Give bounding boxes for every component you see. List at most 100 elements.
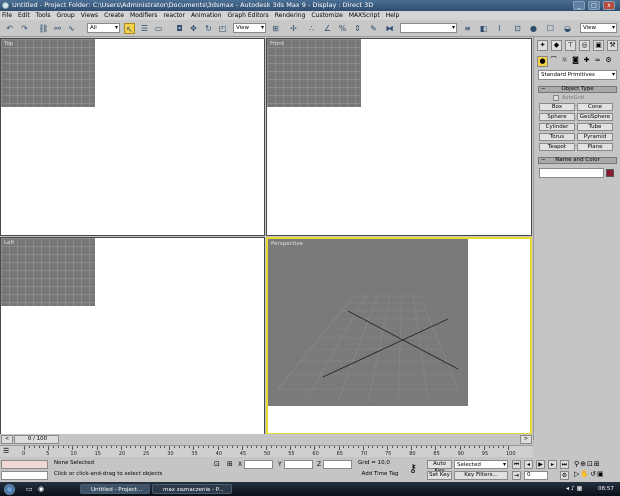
modify-tab-icon[interactable]: ◆ [551, 40, 562, 51]
redo-icon[interactable]: ↷ [19, 23, 30, 34]
autogrid-checkbox[interactable] [553, 95, 559, 101]
maxscript-mini-field[interactable] [1, 471, 48, 480]
key-filters-button[interactable]: Key Filters... [454, 471, 508, 480]
select-rotate-icon[interactable]: ↻ [203, 23, 214, 34]
render-scene-icon[interactable]: ☐ [545, 23, 556, 34]
add-time-tag-button[interactable]: Add Time Tag [356, 471, 404, 480]
menu-reactor[interactable]: reactor [163, 12, 185, 19]
lights-icon[interactable]: ☼ [559, 56, 570, 67]
motion-tab-icon[interactable]: ◎ [579, 40, 590, 51]
viewport-perspective[interactable]: Perspective [266, 237, 532, 435]
key-icon[interactable]: ⚷ [409, 462, 417, 475]
viewport-left[interactable]: Left [0, 237, 265, 435]
object-color-swatch[interactable] [606, 169, 614, 177]
menu-create[interactable]: Create [104, 12, 124, 19]
close-button[interactable]: x [603, 1, 615, 10]
schematic-icon[interactable]: ⊡ [512, 23, 523, 34]
goto-start-icon[interactable]: ⏮ [512, 460, 521, 469]
menu-group[interactable]: Group [56, 12, 74, 19]
viewport-label-top[interactable]: Top [4, 41, 13, 47]
align-icon[interactable]: ≡ [462, 23, 473, 34]
view-dropdown[interactable]: View [580, 23, 617, 33]
select-move-icon[interactable]: ✥ [188, 23, 199, 34]
unlink-icon[interactable]: ⚯ [52, 23, 63, 34]
menu-customize[interactable]: Customize [311, 12, 343, 19]
zoom-extents-icon[interactable]: ⊡ [587, 460, 594, 468]
hierarchy-tab-icon[interactable]: ⊤ [565, 40, 576, 51]
maximize-button[interactable]: □ [588, 1, 600, 10]
category-dropdown[interactable]: Standard Primitives [538, 70, 617, 80]
next-frame-icon[interactable]: ▸ [548, 460, 557, 469]
menu-graph-editors[interactable]: Graph Editors [228, 12, 269, 19]
select-link-icon[interactable]: ⛓ [38, 23, 49, 34]
window-crossing-icon[interactable]: ◘ [174, 23, 185, 34]
key-mode-toggle-icon[interactable]: ⇥ [512, 471, 521, 480]
z-coordinate-field[interactable] [323, 460, 352, 469]
systems-icon[interactable]: ⚙ [603, 56, 614, 67]
select-manipulate-icon[interactable]: ✢ [288, 23, 299, 34]
viewport-label-left[interactable]: Left [4, 240, 14, 246]
reference-coord-dropdown[interactable]: View [233, 23, 266, 33]
named-sel-icon[interactable]: ✎ [368, 23, 379, 34]
auto-key-button[interactable]: Auto Key [427, 460, 452, 474]
torus-button[interactable]: Torus [539, 133, 575, 141]
maxscript-listener-field[interactable] [1, 460, 48, 469]
geosphere-button[interactable]: GeoSphere [577, 113, 613, 121]
menu-maxscript[interactable]: MAXScript [349, 12, 380, 19]
time-slider-thumb[interactable]: 0 / 100 [14, 435, 59, 444]
menu-modifiers[interactable]: Modifiers [130, 12, 157, 19]
rect-region-icon[interactable]: ▭ [153, 23, 164, 34]
task-paint[interactable]: max zaznaczenie - P... [152, 484, 232, 494]
shapes-icon[interactable]: ⌒ [548, 56, 559, 67]
viewport-top[interactable]: Top [0, 38, 265, 236]
utilities-tab-icon[interactable]: ⚒ [607, 40, 618, 51]
object-name-field[interactable] [539, 168, 604, 178]
task-3dsmax[interactable]: Untitled - Project... [80, 484, 150, 494]
material-editor-icon[interactable]: ● [528, 23, 539, 34]
minimize-button[interactable]: _ [573, 1, 585, 10]
viewport-label-perspective[interactable]: Perspective [271, 241, 303, 247]
helpers-icon[interactable]: ✚ [581, 56, 592, 67]
layer-icon[interactable]: ◧ [478, 23, 489, 34]
percent-snap-icon[interactable]: % [337, 23, 348, 34]
key-mode-dropdown[interactable]: Selected [454, 460, 508, 469]
quick-render-icon[interactable]: ◒ [562, 23, 573, 34]
y-coordinate-field[interactable] [284, 460, 313, 469]
lock-selection-icon[interactable]: ⊡ [214, 460, 220, 468]
select-object-icon[interactable]: ↖ [124, 23, 135, 34]
name-color-rollout[interactable]: Name and Color [538, 157, 617, 164]
menu-tools[interactable]: Tools [36, 12, 51, 19]
menu-edit[interactable]: Edit [18, 12, 30, 19]
cameras-icon[interactable]: ◙ [570, 56, 581, 67]
zoom-extents-all-icon[interactable]: ⊞ [594, 460, 601, 468]
spacewarps-icon[interactable]: ≈ [592, 56, 603, 67]
undo-icon[interactable]: ↶ [4, 23, 15, 34]
mirror-icon[interactable]: ⧓ [384, 23, 395, 34]
box-button[interactable]: Box [539, 103, 575, 111]
selection-filter-dropdown[interactable]: All [87, 23, 120, 33]
pivot-center-icon[interactable]: ⊞ [270, 23, 281, 34]
cylinder-button[interactable]: Cylinder [539, 123, 575, 131]
spinner-snap-icon[interactable]: ⇕ [352, 23, 363, 34]
play-icon[interactable]: ▶ [536, 460, 545, 469]
x-coordinate-field[interactable] [244, 460, 273, 469]
curve-editor-icon[interactable]: ⌇ [494, 23, 505, 34]
snap-3d-icon[interactable]: ∴ [306, 23, 317, 34]
viewport-front[interactable]: Front [266, 38, 532, 236]
angle-snap-icon[interactable]: ∠ [322, 23, 333, 34]
object-type-rollout[interactable]: Object Type [538, 86, 617, 93]
trackbar-menu-icon[interactable]: ☰ [3, 447, 9, 455]
menu-animation[interactable]: Animation [191, 12, 222, 19]
quick-launch-icon[interactable]: ◉ [38, 482, 44, 496]
pyramid-button[interactable]: Pyramid [577, 133, 613, 141]
select-scale-icon[interactable]: ◰ [217, 23, 228, 34]
set-key-button[interactable]: Set Key [427, 471, 452, 480]
pan-icon[interactable]: ✋ [580, 470, 590, 478]
time-slider-next-button[interactable]: > [520, 435, 532, 444]
sphere-button[interactable]: Sphere [539, 113, 575, 121]
display-tab-icon[interactable]: ▣ [593, 40, 604, 51]
menu-file[interactable]: File [2, 12, 12, 19]
start-button[interactable] [4, 484, 15, 495]
prev-frame-icon[interactable]: ◂ [524, 460, 533, 469]
orbit-icon[interactable]: ↺ [590, 470, 597, 478]
